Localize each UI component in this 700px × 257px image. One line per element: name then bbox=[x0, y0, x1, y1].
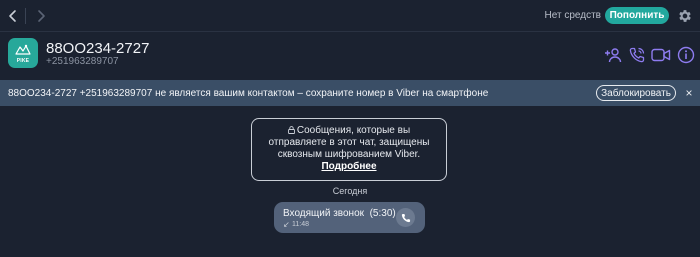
call-button[interactable] bbox=[627, 45, 647, 65]
video-call-button[interactable] bbox=[651, 45, 671, 65]
contact-name[interactable]: 88OO234-2727 bbox=[46, 40, 149, 57]
gear-icon bbox=[679, 10, 691, 22]
contact-number: +251963289707 bbox=[46, 56, 119, 67]
phone-icon bbox=[401, 213, 410, 222]
call-back-button[interactable] bbox=[396, 208, 415, 227]
avatar[interactable]: PIKE bbox=[8, 38, 38, 68]
pike-logo-icon bbox=[15, 44, 31, 55]
info-icon bbox=[677, 46, 695, 64]
nav-divider bbox=[25, 8, 26, 24]
encryption-notice: Сообщения, которые вы отправляете в этот… bbox=[251, 118, 447, 181]
add-user-icon bbox=[605, 48, 622, 63]
add-participant-button[interactable] bbox=[603, 45, 623, 65]
incoming-arrow-icon: ↙ bbox=[283, 220, 290, 229]
learn-more-link[interactable]: Подробнее bbox=[252, 161, 446, 173]
encryption-text-3: сквозным шифрованием Viber. bbox=[277, 149, 421, 160]
close-banner-button[interactable]: × bbox=[683, 86, 695, 100]
encryption-text-1: Сообщения, которые вы bbox=[296, 125, 411, 136]
banner-message: 88OO234-2727 +251963289707 не является в… bbox=[8, 88, 489, 99]
topup-button[interactable]: Пополнить bbox=[605, 7, 669, 24]
lock-icon bbox=[287, 126, 295, 134]
call-title-line: Входящий звонок (5:30) bbox=[283, 208, 396, 219]
call-duration: (5:30) bbox=[369, 208, 396, 219]
call-timestamp: 11:48 bbox=[292, 221, 309, 228]
chevron-left-icon bbox=[9, 10, 16, 22]
phone-icon bbox=[629, 47, 645, 63]
balance-status: Нет средств bbox=[544, 10, 601, 21]
top-bar: Нет средств Пополнить bbox=[0, 0, 700, 32]
date-separator: Сегодня bbox=[332, 186, 368, 196]
avatar-logo-text: PIKE bbox=[16, 57, 30, 64]
call-message-bubble: Входящий звонок (5:30) ↙ 11:48 bbox=[274, 202, 425, 233]
chat-header: PIKE 88OO234-2727 +251963289707 bbox=[0, 33, 700, 77]
back-button[interactable] bbox=[3, 6, 23, 26]
close-icon: × bbox=[685, 86, 693, 100]
encryption-line-1: Сообщения, которые вы bbox=[252, 125, 446, 137]
encryption-text-2: отправляете в этот чат, защищены bbox=[268, 137, 430, 148]
chevron-right-icon bbox=[38, 10, 45, 22]
settings-button[interactable] bbox=[676, 7, 694, 25]
forward-button[interactable] bbox=[31, 6, 51, 26]
chat-info-button[interactable] bbox=[676, 45, 696, 65]
video-camera-icon bbox=[651, 48, 671, 62]
call-title: Входящий звонок bbox=[283, 208, 365, 219]
non-contact-banner: 88OO234-2727 +251963289707 не является в… bbox=[0, 80, 700, 106]
block-button[interactable]: Заблокировать bbox=[596, 85, 676, 101]
